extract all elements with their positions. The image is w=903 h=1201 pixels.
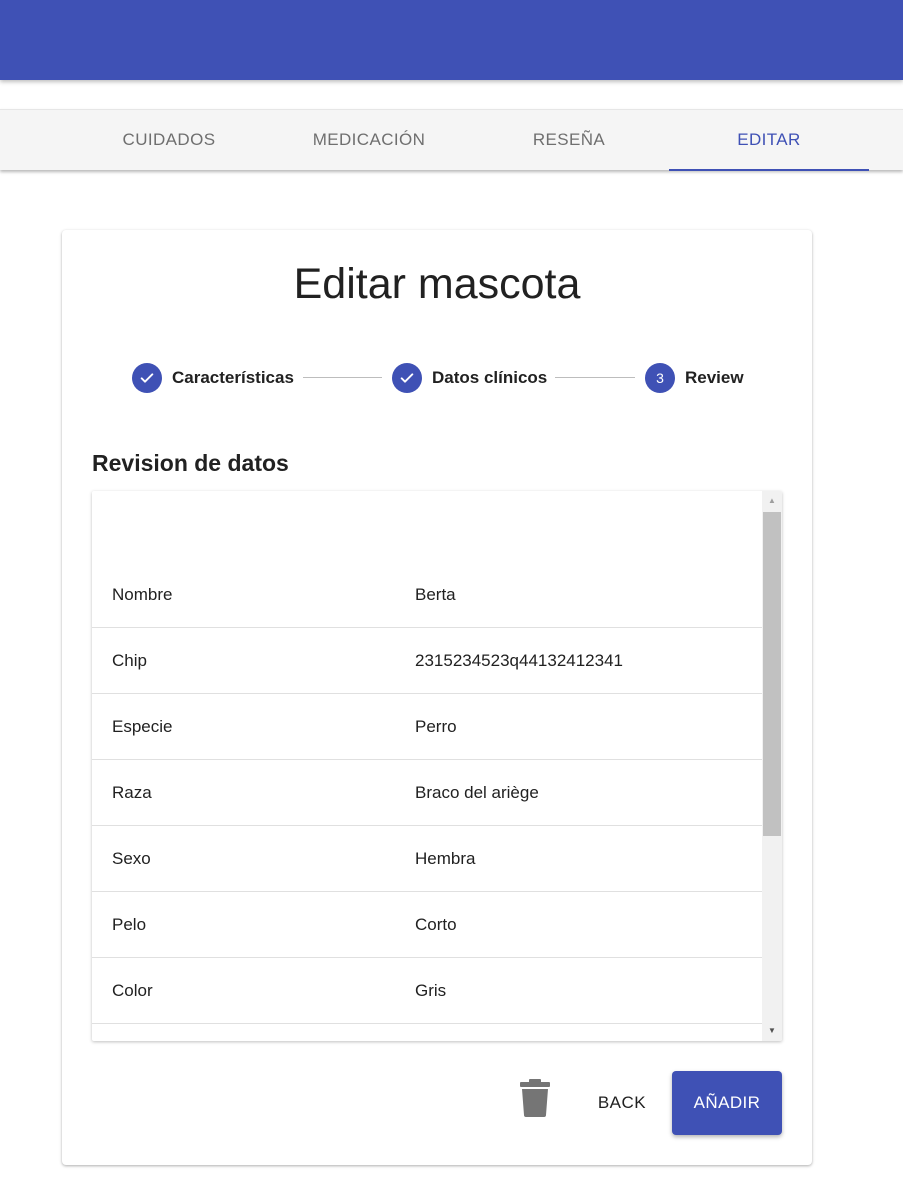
scroll-up-arrow-icon[interactable]: ▲ bbox=[762, 491, 782, 511]
scrollbar[interactable]: ▲ ▼ bbox=[762, 491, 782, 1041]
section-title: Revision de datos bbox=[92, 450, 289, 476]
table-row: Chip 2315234523q44132412341 bbox=[92, 628, 762, 694]
review-table: Nombre Berta Chip 2315234523q44132412341… bbox=[92, 491, 782, 1041]
table-row: Sexo Hembra bbox=[92, 826, 762, 892]
step-label: Review bbox=[685, 368, 744, 387]
row-key: Sexo bbox=[112, 849, 151, 868]
row-value: Corto bbox=[415, 915, 457, 934]
page-title: Editar mascota bbox=[293, 260, 581, 308]
edit-pet-card: Editar mascota Características Datos clí… bbox=[62, 230, 812, 1165]
table-row: Color Gris bbox=[92, 958, 762, 1024]
table-row: Raza Braco del ariège bbox=[92, 760, 762, 826]
step-connector bbox=[555, 377, 635, 378]
row-value: 2315234523q44132412341 bbox=[415, 651, 624, 670]
step-connector bbox=[303, 377, 382, 378]
tab-bar: CUIDADOS MEDICACIÓN RESEÑA EDITAR bbox=[0, 109, 903, 171]
row-value: Gris bbox=[415, 981, 447, 1000]
row-value: Hembra bbox=[415, 849, 476, 868]
row-value: Braco del ariège bbox=[415, 783, 539, 802]
row-key: Color bbox=[112, 981, 153, 1000]
add-button[interactable]: AÑADIR bbox=[672, 1071, 782, 1135]
table-row: Pelo Corto bbox=[92, 892, 762, 958]
check-icon bbox=[132, 363, 162, 393]
step-label: Datos clínicos bbox=[432, 368, 548, 387]
tab-editar[interactable]: EDITAR bbox=[669, 110, 869, 171]
row-key: Nombre bbox=[112, 585, 173, 604]
table-row: Nombre Berta bbox=[92, 562, 762, 628]
row-key: Especie bbox=[112, 717, 173, 736]
row-key: Chip bbox=[112, 651, 147, 670]
step-number-badge: 3 bbox=[645, 363, 675, 393]
row-key: Pelo bbox=[112, 915, 147, 934]
scroll-thumb[interactable] bbox=[763, 512, 781, 836]
table-row: Especie Perro bbox=[92, 694, 762, 760]
tab-medicacion[interactable]: MEDICACIÓN bbox=[269, 110, 469, 171]
back-button[interactable]: BACK bbox=[582, 1071, 662, 1135]
tab-cuidados[interactable]: CUIDADOS bbox=[69, 110, 269, 171]
app-bar bbox=[0, 0, 903, 80]
row-value: Perro bbox=[415, 717, 457, 736]
check-icon bbox=[392, 363, 422, 393]
step-label: Características bbox=[172, 368, 294, 387]
tab-resena[interactable]: RESEÑA bbox=[469, 110, 669, 171]
row-key: Raza bbox=[112, 783, 152, 802]
scroll-down-arrow-icon[interactable]: ▼ bbox=[762, 1021, 782, 1041]
row-value: Berta bbox=[415, 585, 456, 604]
trash-icon[interactable] bbox=[520, 1079, 550, 1117]
